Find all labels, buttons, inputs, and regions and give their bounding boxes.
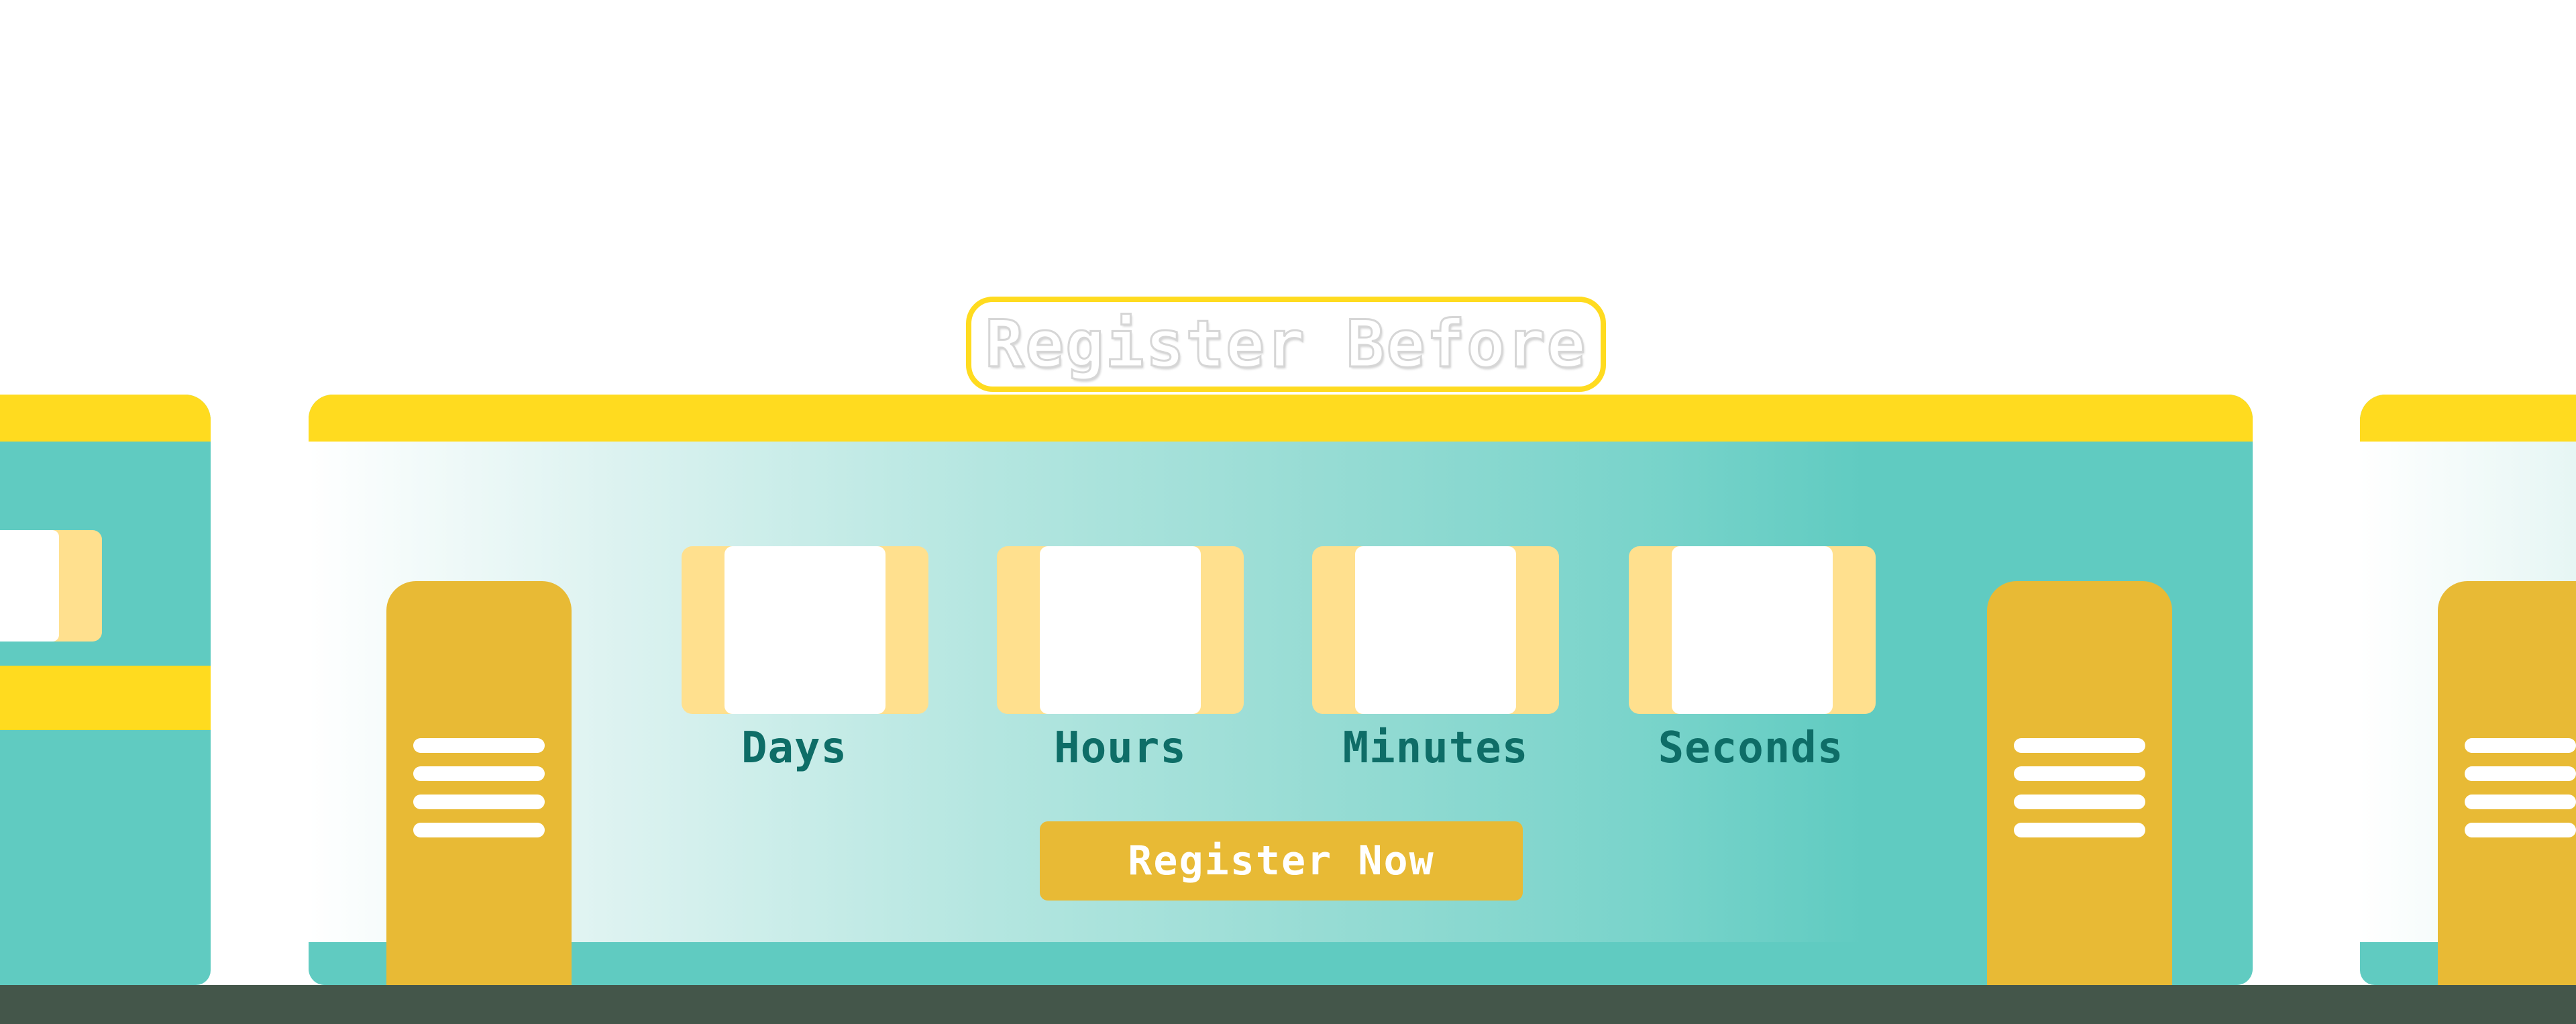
train-door-left xyxy=(386,581,572,990)
door-vent xyxy=(413,738,545,753)
door-vent xyxy=(413,823,545,837)
door-vent xyxy=(2465,738,2576,753)
door-vent xyxy=(2014,738,2145,753)
train-door-right xyxy=(1987,581,2172,990)
label-minutes: Minutes xyxy=(1342,723,1529,773)
track-ground xyxy=(0,985,2576,1024)
register-before-sign: Register Before xyxy=(966,297,1606,392)
counter-minutes xyxy=(1312,546,1559,714)
door-vent xyxy=(2014,795,2145,809)
car-roof xyxy=(2360,395,2576,442)
train-door-right-partial xyxy=(2438,581,2576,990)
counter-seconds xyxy=(1629,546,1876,714)
car-roof xyxy=(309,395,2253,442)
door-vent xyxy=(413,795,545,809)
door-vent xyxy=(2465,795,2576,809)
counter-face xyxy=(1040,546,1201,714)
sign-title: Register Before xyxy=(984,306,1587,383)
door-vent xyxy=(413,766,545,781)
door-vent xyxy=(2465,766,2576,781)
label-days: Days xyxy=(741,723,848,773)
label-seconds: Seconds xyxy=(1658,723,1844,773)
counter-face xyxy=(724,546,885,714)
counter-face xyxy=(1672,546,1833,714)
door-vent xyxy=(2465,823,2576,837)
counter-face xyxy=(1355,546,1516,714)
train-car-left xyxy=(0,395,211,985)
counter-days xyxy=(682,546,928,714)
register-now-button[interactable]: Register Now xyxy=(1040,821,1523,901)
car-stripe xyxy=(0,666,211,730)
counter-hours xyxy=(997,546,1244,714)
label-hours: Hours xyxy=(1054,723,1187,773)
door-vent xyxy=(2014,766,2145,781)
door-vent xyxy=(2014,823,2145,837)
car-window xyxy=(0,530,59,642)
car-roof xyxy=(0,395,211,442)
